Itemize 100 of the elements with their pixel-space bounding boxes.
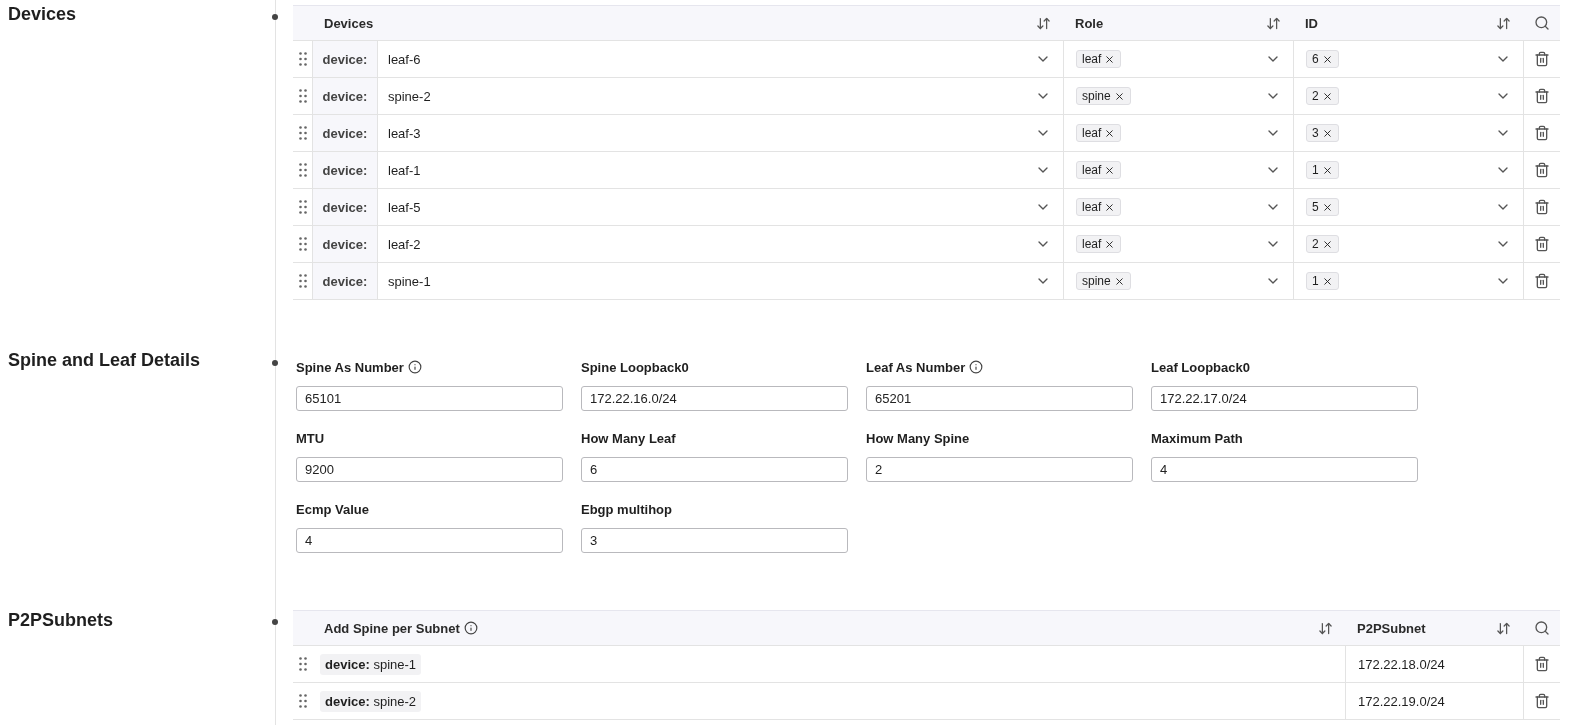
drag-handle-icon[interactable] — [298, 657, 307, 671]
field-prefix: device: — [313, 41, 378, 77]
close-icon[interactable] — [1321, 90, 1333, 102]
search-button[interactable] — [1533, 620, 1550, 636]
table-cell: 172.22.18.0/24 — [1358, 656, 1445, 672]
input-field[interactable]: 4 — [296, 528, 563, 553]
id-select[interactable]: 3 — [1293, 115, 1523, 151]
close-icon[interactable] — [1104, 238, 1116, 250]
close-icon[interactable] — [1321, 201, 1333, 213]
id-select[interactable]: 1 — [1293, 152, 1523, 188]
sort-button[interactable] — [1036, 15, 1051, 31]
delete-button[interactable] — [1534, 51, 1550, 67]
delete-button[interactable] — [1534, 656, 1550, 672]
input-field[interactable]: 6 — [581, 457, 848, 482]
close-icon[interactable] — [1113, 275, 1125, 287]
input-field[interactable]: 65101 — [296, 386, 563, 411]
id-tag: 3 — [1306, 124, 1339, 142]
drag-handle-icon[interactable] — [298, 89, 307, 103]
delete-button[interactable] — [1534, 88, 1550, 104]
drag-handle-icon[interactable] — [298, 200, 307, 214]
close-icon[interactable] — [1104, 201, 1116, 213]
delete-button[interactable] — [1534, 125, 1550, 141]
id-select[interactable]: 2 — [1293, 226, 1523, 262]
sort-button[interactable] — [1266, 15, 1281, 31]
field-label: Leaf Loopback0 — [1151, 359, 1250, 375]
device-select[interactable]: leaf-5 — [378, 189, 1063, 225]
role-select[interactable]: leaf — [1063, 41, 1293, 77]
close-icon[interactable] — [1321, 275, 1333, 287]
info-icon[interactable] — [969, 360, 984, 374]
id-select[interactable]: 1 — [1293, 263, 1523, 299]
column-header: P2PSubnet — [1357, 620, 1426, 636]
role-select[interactable]: leaf — [1063, 226, 1293, 262]
search-button[interactable] — [1533, 15, 1550, 31]
device-tag: device: spine-2 — [320, 690, 422, 712]
input-field[interactable]: 172.22.17.0/24 — [1151, 386, 1418, 411]
column-header: Role — [1075, 15, 1104, 31]
role-select[interactable]: spine — [1063, 78, 1293, 114]
field-prefix: device: — [313, 263, 378, 299]
id-select[interactable]: 5 — [1293, 189, 1523, 225]
sort-button[interactable] — [1496, 15, 1511, 31]
drag-handle-icon[interactable] — [298, 163, 307, 177]
section-title: Spine and Leaf Details — [7, 349, 202, 372]
device-tag: device: spine-1 — [320, 653, 422, 675]
close-icon[interactable] — [1104, 164, 1116, 176]
delete-button[interactable] — [1534, 693, 1550, 709]
role-select[interactable]: spine — [1063, 263, 1293, 299]
device-select[interactable]: leaf-2 — [378, 226, 1063, 262]
field-label: Leaf As Number — [866, 359, 966, 375]
delete-button[interactable] — [1534, 273, 1550, 289]
timeline-dot — [272, 360, 278, 366]
close-icon[interactable] — [1321, 238, 1333, 250]
close-icon[interactable] — [1104, 127, 1116, 139]
id-tag: 5 — [1306, 198, 1339, 216]
close-icon[interactable] — [1321, 164, 1333, 176]
device-select[interactable]: leaf-1 — [378, 152, 1063, 188]
input-field[interactable]: 3 — [581, 528, 848, 553]
field-prefix: device: — [313, 226, 378, 262]
close-icon[interactable] — [1113, 90, 1125, 102]
section-title: Devices — [7, 3, 78, 26]
role-select[interactable]: leaf — [1063, 189, 1293, 225]
id-tag: 2 — [1306, 87, 1339, 105]
field-label: Maximum Path — [1151, 430, 1243, 446]
input-field[interactable]: 2 — [866, 457, 1133, 482]
field-label: How Many Spine — [866, 430, 970, 446]
drag-handle-icon[interactable] — [298, 52, 307, 66]
info-icon[interactable] — [407, 360, 422, 374]
device-select[interactable]: spine-1 — [378, 263, 1063, 299]
delete-button[interactable] — [1534, 199, 1550, 215]
input-field[interactable]: 4 — [1151, 457, 1418, 482]
sort-button[interactable] — [1496, 620, 1511, 636]
drag-handle-icon[interactable] — [298, 694, 307, 708]
device-select[interactable]: leaf-6 — [378, 41, 1063, 77]
close-icon[interactable] — [1321, 53, 1333, 65]
close-icon[interactable] — [1321, 127, 1333, 139]
column-header: Add Spine per Subnet — [324, 620, 460, 636]
field-prefix: device: — [313, 115, 378, 151]
close-icon[interactable] — [1104, 53, 1116, 65]
drag-handle-icon[interactable] — [298, 274, 307, 288]
field-prefix: device: — [313, 152, 378, 188]
input-field[interactable]: 65201 — [866, 386, 1133, 411]
input-field[interactable]: 172.22.16.0/24 — [581, 386, 848, 411]
field-prefix: device: — [313, 78, 378, 114]
info-icon[interactable] — [463, 621, 478, 635]
delete-button[interactable] — [1534, 162, 1550, 178]
drag-handle-icon[interactable] — [298, 237, 307, 251]
device-select[interactable]: leaf-3 — [378, 115, 1063, 151]
input-field[interactable]: 9200 — [296, 457, 563, 482]
role-tag: leaf — [1076, 198, 1122, 216]
role-tag: spine — [1076, 272, 1131, 290]
id-select[interactable]: 2 — [1293, 78, 1523, 114]
sort-button[interactable] — [1318, 620, 1333, 636]
id-select[interactable]: 6 — [1293, 41, 1523, 77]
delete-button[interactable] — [1534, 236, 1550, 252]
role-tag: leaf — [1076, 124, 1122, 142]
table-cell: 172.22.19.0/24 — [1358, 693, 1445, 709]
role-select[interactable]: leaf — [1063, 115, 1293, 151]
drag-handle-icon[interactable] — [298, 126, 307, 140]
role-select[interactable]: leaf — [1063, 152, 1293, 188]
device-select[interactable]: spine-2 — [378, 78, 1063, 114]
field-label: Ecmp Value — [296, 501, 369, 517]
